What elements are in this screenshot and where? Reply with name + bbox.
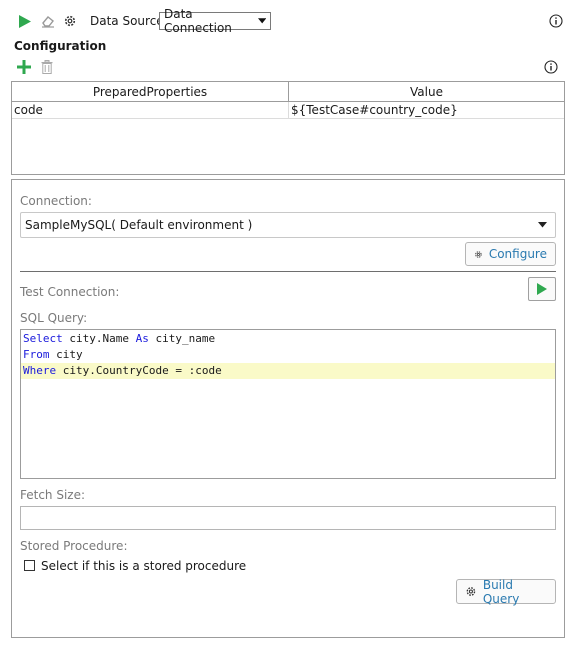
sql-text: city.Name [62,332,136,345]
build-query-button[interactable]: Build Query [456,577,556,606]
properties-table: PreparedProperties Value code ${TestCase… [11,81,565,175]
info-icon[interactable] [548,13,564,29]
gear-icon [466,587,476,596]
sql-line: From city [21,347,555,363]
config-info-icon[interactable] [543,59,559,75]
stored-procedure-label: Stored Procedure: [20,539,128,553]
gear-icon[interactable] [61,12,79,30]
sql-line-highlighted: Where city.CountryCode = :code [21,363,555,379]
test-connection-button[interactable] [528,277,556,301]
trash-icon[interactable] [39,59,55,75]
sql-editor[interactable]: Select city.Name As city_name From city … [20,329,556,479]
fetch-size-label: Fetch Size: [20,488,86,502]
stored-procedure-checkbox-label[interactable]: Select if this is a stored procedure [41,559,246,573]
property-cell[interactable]: code [12,101,289,119]
sql-query-label: SQL Query: [20,311,88,325]
sql-keyword: From [23,348,50,361]
sql-keyword: Select [23,332,63,345]
connection-value: SampleMySQL( Default environment ) [25,218,253,232]
build-query-label: Build Query [482,577,520,606]
data-source-select[interactable]: Data Connection [159,7,271,35]
configure-label: Configure [488,247,547,261]
data-source-label: Data Source: [90,14,168,28]
fetch-size-input[interactable] [20,506,556,530]
connection-select[interactable]: SampleMySQL( Default environment ) [20,212,556,238]
column-header-value[interactable]: Value [288,82,564,102]
stored-procedure-checkbox[interactable] [24,560,35,571]
sql-keyword: Where [23,364,57,377]
configuration-title: Configuration [14,39,107,53]
data-source-value: Data Connection [164,7,232,35]
test-connection-label: Test Connection: [20,285,120,299]
column-header-prepared-properties[interactable]: PreparedProperties [12,82,289,102]
sql-text: city.CountryCode = :code [56,364,222,377]
sql-text: city_name [148,332,216,345]
run-icon[interactable] [16,12,34,30]
table-row[interactable]: code ${TestCase#country_code} [12,101,564,119]
connection-label: Connection: [20,194,92,208]
sql-text: city [49,348,83,361]
add-icon[interactable] [16,59,32,75]
eraser-icon[interactable] [39,12,57,30]
configure-button[interactable]: Configure [465,242,556,266]
chevron-down-icon [538,222,547,228]
chevron-down-icon [257,18,266,24]
divider [20,271,556,272]
sql-line: Select city.Name As city_name [21,331,555,347]
run-icon [537,283,547,295]
value-cell[interactable]: ${TestCase#country_code} [288,101,564,119]
gear-icon [475,250,482,258]
sql-keyword: As [135,332,149,345]
